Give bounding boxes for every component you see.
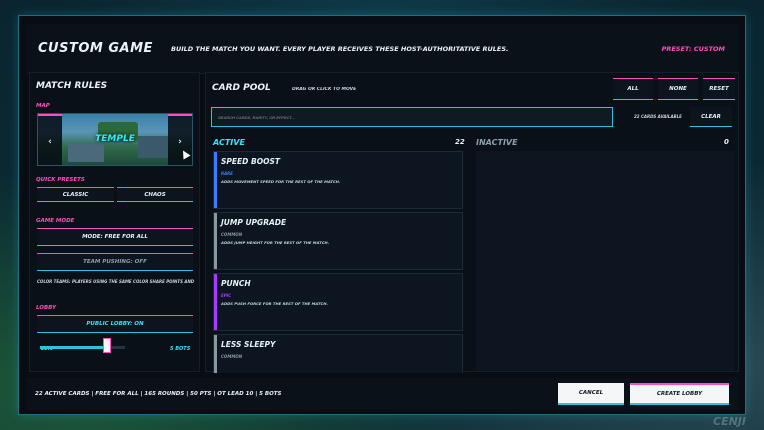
modal-header: CUSTOM GAME BUILD THE MATCH YOU WANT. EV… <box>27 24 739 74</box>
card-rarity: COMMON <box>221 354 243 359</box>
card-search-input[interactable] <box>211 107 613 127</box>
active-card-list: SPEED BOOST RARE ADDS MOVEMENT SPEED FOR… <box>213 151 463 373</box>
game-mode-button[interactable]: MODE: FREE FOR ALL <box>37 228 193 246</box>
card-pool-title: CARD POOL <box>212 83 271 93</box>
inactive-count: 0 <box>724 138 729 146</box>
card-item[interactable]: JUMP UPGRADE COMMON ADDS JUMP HEIGHT FOR… <box>213 212 463 270</box>
card-description: ADDS MOVEMENT SPEED FOR THE REST OF THE … <box>221 179 341 184</box>
bots-slider-thumb[interactable] <box>103 338 111 353</box>
card-item[interactable]: LESS SLEEPY COMMON <box>213 334 463 373</box>
lobby-label: LOBBY <box>36 305 57 311</box>
clear-search-button[interactable]: CLEAR <box>690 107 732 127</box>
cancel-button[interactable]: CANCEL <box>558 383 624 405</box>
color-teams-note: COLOR TEAMS: PLAYERS USING THE SAME COLO… <box>37 279 195 284</box>
public-lobby-toggle[interactable]: PUBLIC LOBBY: ON <box>37 315 193 333</box>
card-rarity: RARE <box>221 171 233 176</box>
bots-value: 5 BOTS <box>170 346 191 352</box>
card-description: ADDS PUSH FORCE FOR THE REST OF THE MATC… <box>221 301 328 306</box>
custom-game-modal: CUSTOM GAME BUILD THE MATCH YOU WANT. EV… <box>18 15 746 415</box>
active-column-title: ACTIVE <box>213 138 245 147</box>
quick-presets-label: QUICK PRESETS <box>36 177 85 183</box>
page-title: CUSTOM GAME <box>38 41 153 56</box>
preset-classic-button[interactable]: CLASSIC <box>37 187 114 202</box>
card-pool-panel: CARD POOL DRAG OR CLICK TO MOVE ALL NONE… <box>205 72 739 373</box>
map-label: MAP <box>36 103 50 109</box>
active-count: 22 <box>455 138 465 146</box>
create-lobby-button[interactable]: CREATE LOBBY <box>630 383 729 405</box>
map-next-button[interactable]: › <box>168 114 192 165</box>
team-pushing-toggle[interactable]: TEAM PUSHING: OFF <box>37 253 193 271</box>
map-selector[interactable]: ‹ TEMPLE › <box>37 113 193 166</box>
match-summary: 22 ACTIVE CARDS | FREE FOR ALL | 165 ROU… <box>35 391 282 397</box>
card-name: LESS SLEEPY <box>221 340 276 349</box>
header-subtitle: BUILD THE MATCH YOU WANT. EVERY PLAYER R… <box>171 44 509 53</box>
preset-chaos-button[interactable]: CHAOS <box>117 187 193 202</box>
card-name: PUNCH <box>221 279 251 288</box>
game-mode-label: GAME MODE <box>36 218 75 224</box>
select-none-button[interactable]: NONE <box>658 78 698 100</box>
card-item[interactable]: SPEED BOOST RARE ADDS MOVEMENT SPEED FOR… <box>213 151 463 209</box>
bots-slider-fill <box>40 346 105 349</box>
watermark-logo: CENJI <box>713 415 746 428</box>
card-item[interactable]: PUNCH EPIC ADDS PUSH FORCE FOR THE REST … <box>213 273 463 331</box>
cards-available-count: 22 CARDS AVAILABLE <box>634 114 682 119</box>
card-description: ADDS JUMP HEIGHT FOR THE REST OF THE MAT… <box>221 240 330 245</box>
match-rules-title: MATCH RULES <box>36 81 108 91</box>
preset-indicator: PRESET: CUSTOM <box>661 44 725 53</box>
inactive-column-title: INACTIVE <box>476 138 518 147</box>
card-pool-hint: DRAG OR CLICK TO MOVE <box>292 87 357 92</box>
card-name: JUMP UPGRADE <box>221 218 287 227</box>
match-rules-panel: MATCH RULES MAP ‹ TEMPLE › QUICK PRESETS… <box>29 72 200 372</box>
card-name: SPEED BOOST <box>221 157 280 166</box>
reset-button[interactable]: RESET <box>703 78 735 100</box>
inactive-card-list[interactable] <box>476 151 734 371</box>
select-all-button[interactable]: ALL <box>613 78 653 100</box>
modal-footer: 22 ACTIVE CARDS | FREE FOR ALL | 165 ROU… <box>27 378 739 410</box>
card-rarity: EPIC <box>221 293 232 298</box>
card-rarity: COMMON <box>221 232 243 237</box>
